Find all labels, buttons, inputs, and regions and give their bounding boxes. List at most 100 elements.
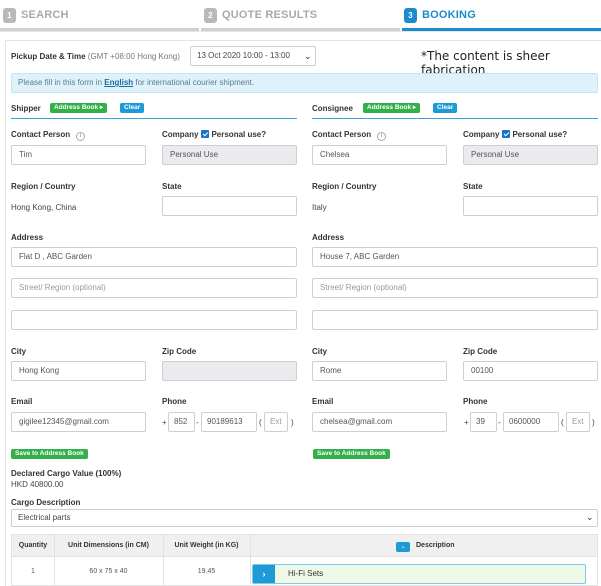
consignee-email-label: Email [312,397,334,406]
chevron-down-icon: ⌄ [304,51,312,61]
label-text: Contact Person [312,130,372,139]
shipper-save-address-button[interactable]: Save to Address Book [11,449,88,459]
consignee-personal-use-checkbox[interactable] [502,130,511,138]
shipper-address-line1[interactable]: Flat D , ABC Garden [11,247,297,267]
column-divider [250,535,251,586]
consignee-title: Consignee [312,104,353,113]
step-progress-bar [201,28,400,31]
step-progress-bar [0,28,199,31]
info-banner: Please fill in this form in English for … [11,73,598,93]
shipper-clear-button[interactable]: Clear [120,103,145,113]
consignee-phone-ext[interactable]: Ext [566,412,590,432]
shipper-personal-use-checkbox[interactable] [201,130,210,138]
chevron-right-icon[interactable]: › [253,565,275,583]
consignee-address-line2[interactable]: Street/ Region (optional) [312,278,598,298]
cargo-description-select[interactable]: Electrical parts ⌄ [11,509,598,527]
shipper-city-label: City [11,347,27,356]
pickup-time-value: 13 Oct 2020 10:00 - 13:00 [197,51,290,60]
consignee-city-input[interactable]: Rome [312,361,447,381]
phone-plus: + [162,418,167,427]
consignee-contact-input[interactable]: Chelsea [312,145,447,165]
cargo-description-label: Cargo Description [11,498,81,507]
shipper-address-book-button[interactable]: Address Book ▸ [50,103,108,113]
shipper-address-line2[interactable]: Street/ Region (optional) [11,278,297,298]
header-quantity: Quantity [18,542,48,549]
step-quote-results[interactable]: 2 QUOTE RESULTS [204,4,317,26]
shipper-address-label: Address [11,233,44,242]
header-dimensions: Unit Dimensions (in CM) [68,542,149,549]
shipper-city-input[interactable]: Hong Kong [11,361,146,381]
shipper-title: Shipper [11,104,41,113]
label-text: Company [463,130,500,139]
info-icon[interactable]: i [76,132,86,141]
shipper-state-input[interactable] [162,196,297,216]
shipper-phone-number[interactable]: 90189613 [201,412,257,432]
step-number: 1 [3,7,16,23]
phone-dash: - [498,418,501,427]
label-text: Company [162,130,199,139]
shipper-address-line3[interactable] [11,310,297,330]
step-label: QUOTE RESULTS [222,9,318,21]
consignee-phone-country-code[interactable]: 39 [470,412,497,432]
cell-quantity: 1 [31,568,35,575]
consignee-address-line1[interactable]: House 7, ABC Garden [312,247,598,267]
shipper-underline [11,118,297,119]
consignee-region-value: Italy [312,203,327,212]
column-divider [163,535,164,586]
consignee-save-address-button[interactable]: Save to Address Book [313,449,390,459]
phone-paren-open: ( [561,418,564,427]
consignee-state-label: State [463,182,483,191]
consignee-email-input[interactable]: chelsea@gmail.com [312,412,447,432]
consignee-city-label: City [312,347,328,356]
step-progress-bar-active [402,28,601,31]
step-number: 3 [404,7,417,23]
pickup-timezone: (GMT +08:00 Hong Kong) [87,52,180,61]
consignee-company-label: Company Personal use? [463,130,567,139]
address-book-label: Address Book [54,104,99,111]
english-link[interactable]: English [104,78,133,87]
header-weight: Unit Weight (in KG) [174,542,239,549]
shipper-region-value: Hong Kong, China [11,203,77,212]
shipper-phone-country-code[interactable]: 852 [168,412,195,432]
consignee-address-line3[interactable] [312,310,598,330]
pickup-label-text: Pickup Date & Time [11,52,86,61]
shipper-email-label: Email [11,397,33,406]
info-text: Please fill in this form in [18,78,105,87]
cargo-description-value: Electrical parts [18,513,71,522]
info-icon[interactable]: i [377,132,387,141]
chevron-down-icon[interactable]: ⌄ [396,542,410,552]
phone-dash: - [196,418,199,427]
description-input[interactable]: › Hi-Fi Sets [252,564,586,584]
consignee-address-book-button[interactable]: Address Book ▸ [363,103,421,113]
label-text: Contact Person [11,130,71,139]
consignee-zip-input[interactable]: 00100 [463,361,598,381]
consignee-clear-button[interactable]: Clear [433,103,458,113]
header-description: Description [416,542,455,549]
consignee-state-input[interactable] [463,196,598,216]
info-text: for international courier shipment. [133,78,255,87]
shipper-company-input[interactable]: Personal Use [162,145,297,165]
consignee-zip-label: Zip Code [463,347,498,356]
shipper-zip-input[interactable] [162,361,297,381]
shipper-contact-input[interactable]: Tim [11,145,146,165]
consignee-phone-label: Phone [463,397,488,406]
pickup-time-select[interactable]: 13 Oct 2020 10:00 - 13:00 ⌄ [190,46,316,66]
step-label: BOOKING [422,9,476,21]
booking-steps: 1 SEARCH 2 QUOTE RESULTS 3 BOOKING [0,0,601,32]
consignee-phone-number[interactable]: 0600000 [503,412,559,432]
consignee-address-label: Address [312,233,345,242]
consignee-company-input[interactable]: Personal Use [463,145,598,165]
shipper-phone-ext[interactable]: Ext [264,412,288,432]
chevron-down-icon: ⌄ [586,512,594,522]
declared-value-label: Declared Cargo Value (100%) [11,469,122,478]
shipper-contact-label: Contact Person i [11,130,86,141]
personal-use-label: Personal use? [211,130,267,139]
declared-value: HKD 40800.00 [11,480,64,489]
step-search[interactable]: 1 SEARCH [3,4,69,26]
pickup-label: Pickup Date & Time (GMT +08:00 Hong Kong… [11,52,180,61]
cargo-table: Quantity Unit Dimensions (in CM) Unit We… [11,534,598,586]
personal-use-label: Personal use? [512,130,568,139]
step-booking[interactable]: 3 BOOKING [404,4,476,26]
shipper-email-input[interactable]: gigilee12345@gmail.com [11,412,146,432]
address-book-label: Address Book [367,104,412,111]
